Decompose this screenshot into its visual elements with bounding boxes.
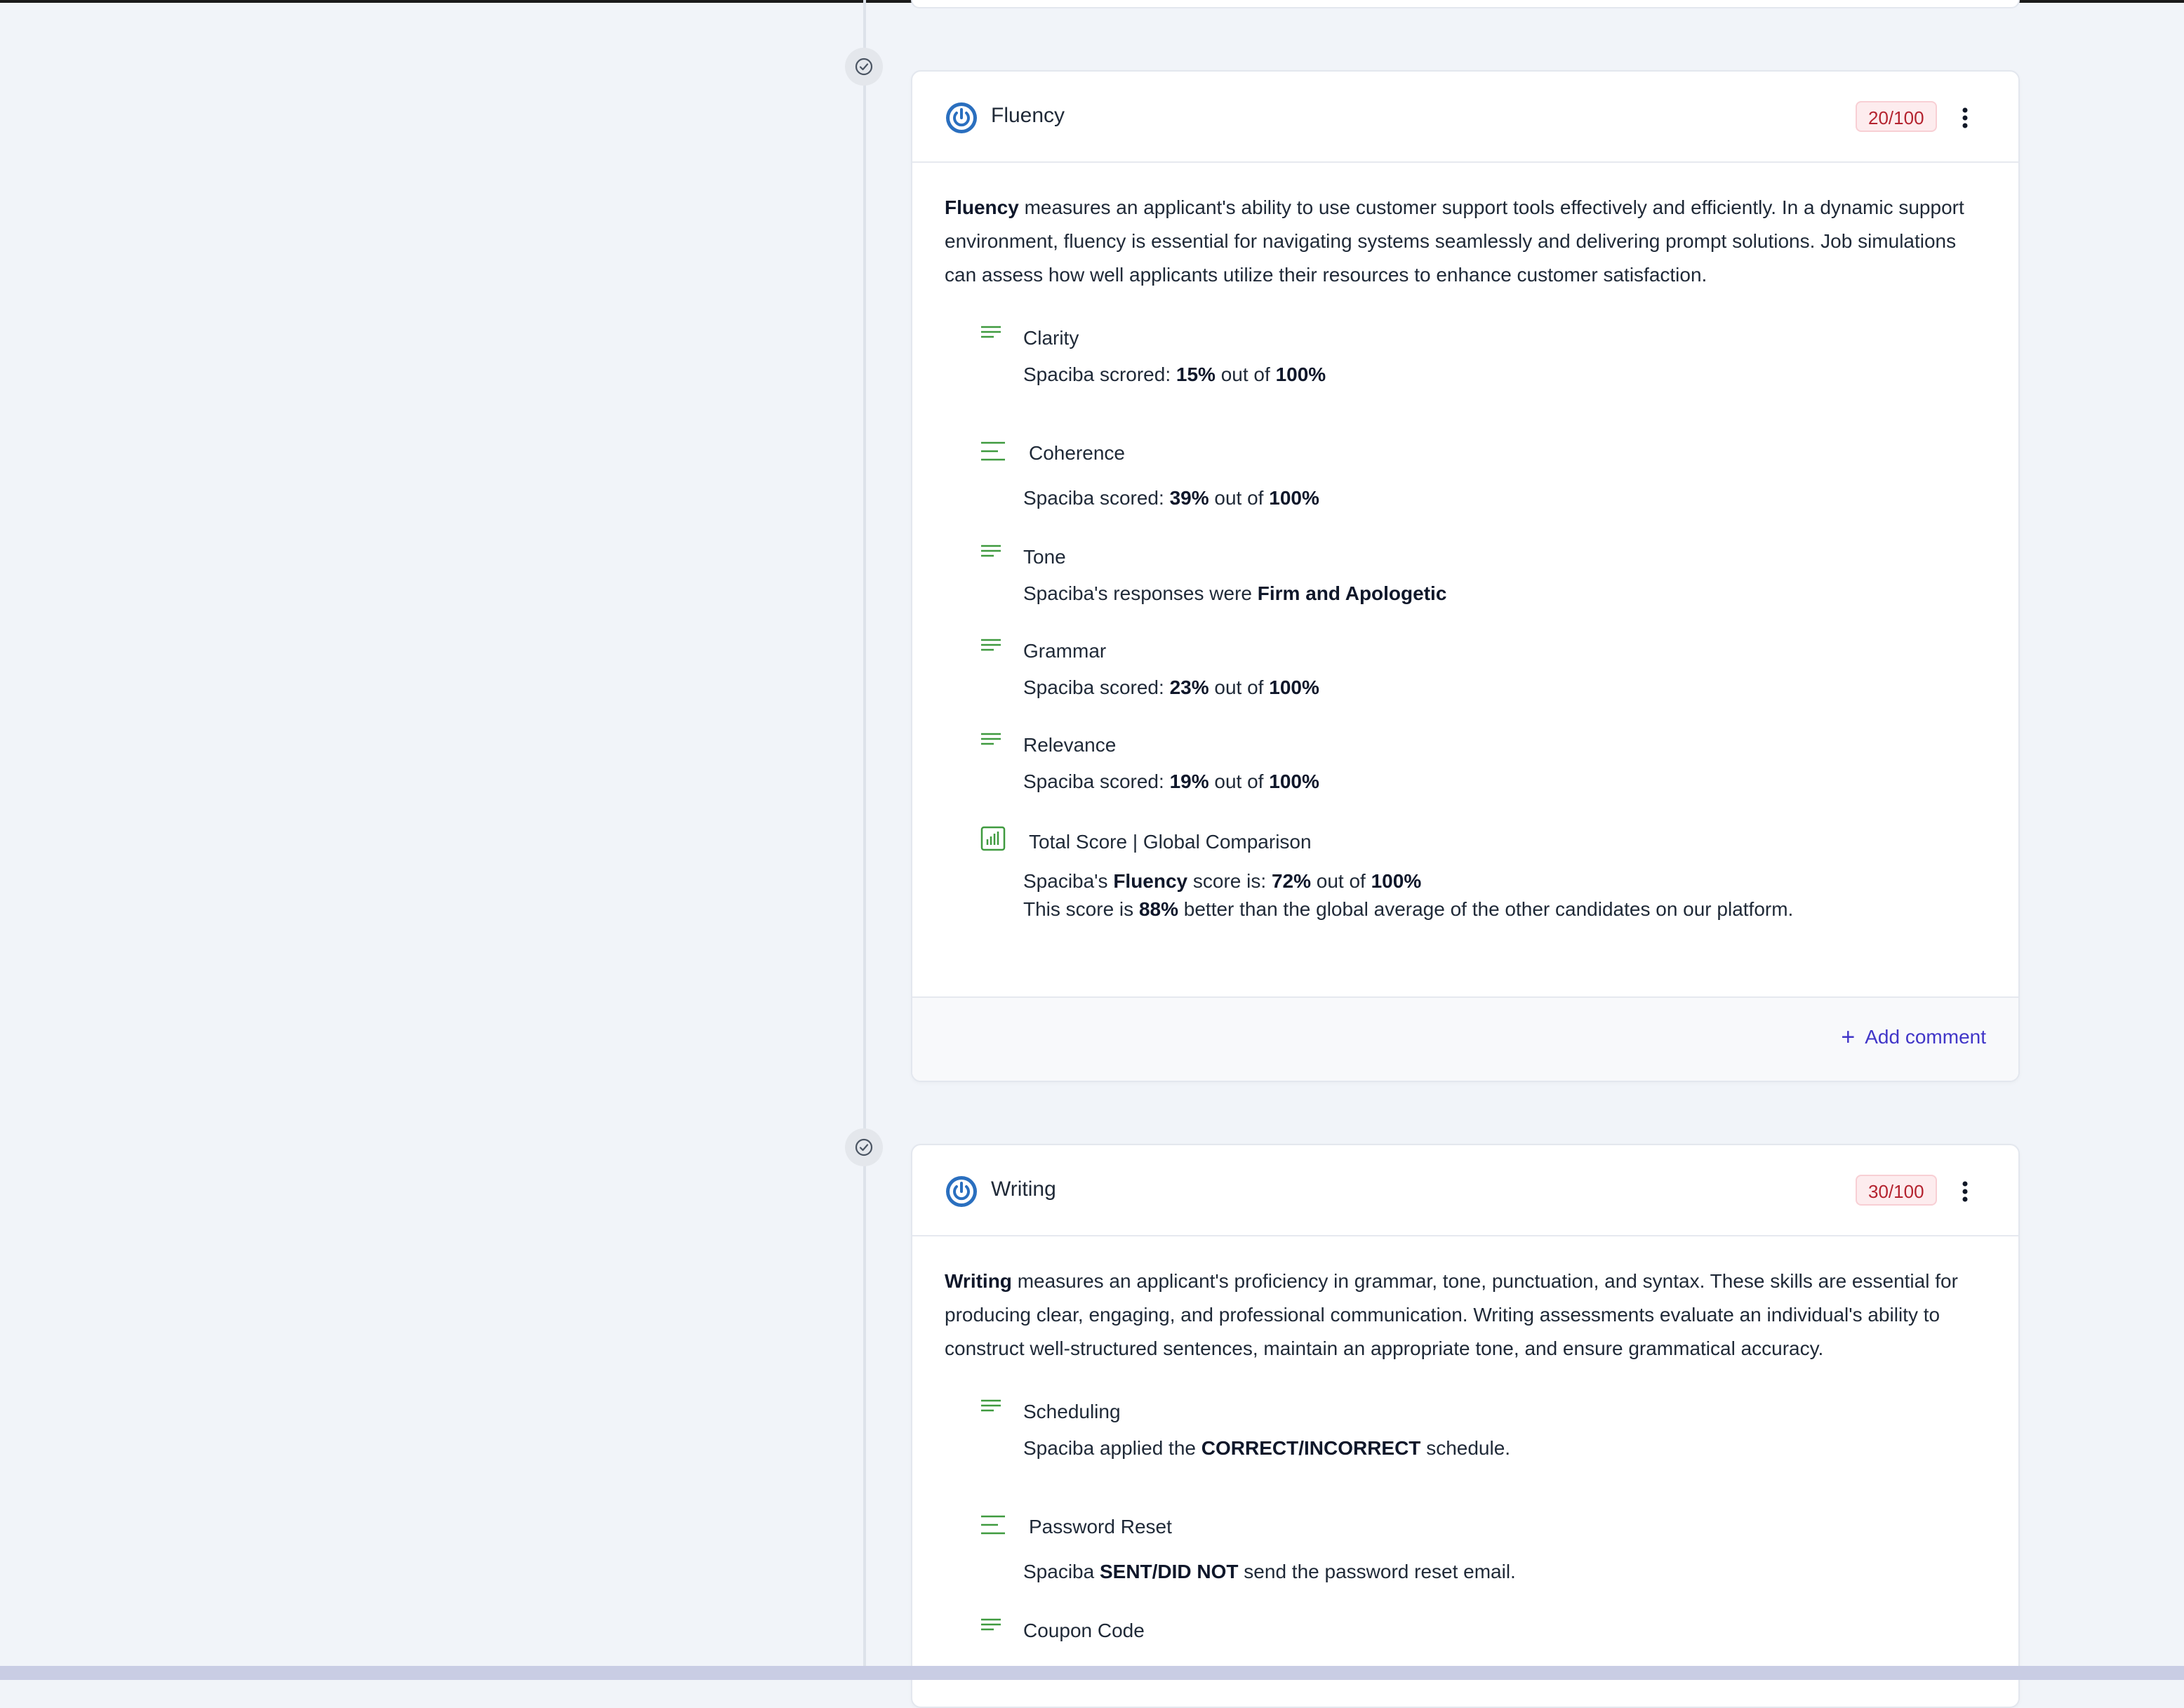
card-title: Fluency (991, 104, 1065, 127)
description-text: measures an applicant's proficiency in g… (945, 1270, 1958, 1359)
timeline-check-icon (845, 1128, 883, 1166)
score-badge: 20/100 (1856, 101, 1937, 132)
card-title: Writing (991, 1177, 1056, 1201)
metric-title: Coupon Code (1023, 1620, 1145, 1641)
text-lines-icon (981, 545, 1001, 557)
description-term: Fluency (945, 196, 1019, 218)
metric-coherence: Coherence Spaciba scored: 39% out of 100… (945, 441, 1986, 512)
power-icon (946, 102, 977, 133)
metric-clarity: Clarity Spaciba scrored: 15% out of 100% (945, 326, 1986, 389)
timeline-check-icon (845, 48, 883, 86)
add-comment-button[interactable]: + Add comment (1841, 1024, 1986, 1050)
card-body: Writing measures an applicant's proficie… (912, 1236, 2018, 1643)
metric-text: Spaciba scrored: 15% out of 100% (1023, 363, 1326, 385)
metric-coupon-code: Coupon Code (945, 1618, 1986, 1643)
metric-text: Spaciba SENT/DID NOT send the password r… (1023, 1561, 1516, 1582)
metric-title: Tone (1023, 546, 1066, 568)
plus-icon: + (1841, 1024, 1856, 1050)
text-lines-icon (981, 326, 1001, 338)
metric-title: Clarity (1023, 327, 1079, 349)
text-lines-icon (981, 1618, 1001, 1631)
timeline-line (863, 0, 866, 1666)
metric-title: Total Score | Global Comparison (1029, 831, 1312, 853)
metric-title: Coherence (1029, 442, 1125, 464)
metric-title: Grammar (1023, 640, 1107, 662)
global-comparison-line: This score is 88% better than the global… (1023, 898, 1794, 920)
power-icon (946, 1176, 977, 1207)
metric-title: Relevance (1023, 734, 1117, 756)
description-term: Writing (945, 1270, 1012, 1292)
card-footer: + Add comment (912, 996, 2018, 1081)
metric-password-reset: Password Reset Spaciba SENT/DID NOT send… (945, 1514, 1986, 1586)
card-body: Fluency measures an applicant's ability … (912, 163, 2018, 923)
metric-text: Spaciba scored: 23% out of 100% (1023, 676, 1319, 698)
bottom-scroll-bar (0, 1666, 2184, 1680)
metric-tone: Tone Spaciba's responses were Firm and A… (945, 545, 1986, 608)
card-header: Writing 30/100 (912, 1145, 2018, 1236)
metric-grammar: Grammar Spaciba scored: 23% out of 100% (945, 639, 1986, 702)
previous-card (911, 0, 2020, 8)
text-lines-icon (981, 1515, 1005, 1535)
bar-chart-icon (980, 826, 1006, 851)
metric-text: Spaciba scored: 39% out of 100% (1023, 487, 1319, 509)
text-lines-icon (981, 639, 1001, 651)
metric-text: Spaciba scored: 19% out of 100% (1023, 770, 1319, 792)
fluency-card: Fluency 20/100 Fluency measures an appli… (911, 70, 2020, 1082)
description-text: measures an applicant's ability to use c… (945, 196, 1964, 286)
writing-card: Writing 30/100 Writing measures an appli… (911, 1144, 2020, 1708)
text-lines-icon (981, 733, 1001, 745)
metric-title: Password Reset (1029, 1516, 1172, 1537)
score-badge: 30/100 (1856, 1175, 1937, 1206)
metric-text: Spaciba applied the CORRECT/INCORRECT sc… (1023, 1437, 1511, 1459)
description: Fluency measures an applicant's ability … (945, 191, 1983, 292)
more-options-icon[interactable] (1957, 105, 1973, 131)
text-lines-icon (981, 1399, 1001, 1412)
metric-relevance: Relevance Spaciba scored: 19% out of 100… (945, 733, 1986, 796)
metric-total-score: Total Score | Global Comparison Spaciba'… (945, 826, 1986, 923)
metric-title: Scheduling (1023, 1401, 1121, 1422)
add-comment-label: Add comment (1865, 1026, 1986, 1048)
more-options-icon[interactable] (1957, 1179, 1973, 1204)
metric-text: Spaciba's responses were Firm and Apolog… (1023, 582, 1447, 604)
metric-scheduling: Scheduling Spaciba applied the CORRECT/I… (945, 1399, 1986, 1462)
card-header: Fluency 20/100 (912, 72, 2018, 163)
description: Writing measures an applicant's proficie… (945, 1265, 1983, 1366)
text-lines-icon (981, 441, 1005, 461)
total-score-line: Spaciba's Fluency score is: 72% out of 1… (1023, 870, 1422, 892)
